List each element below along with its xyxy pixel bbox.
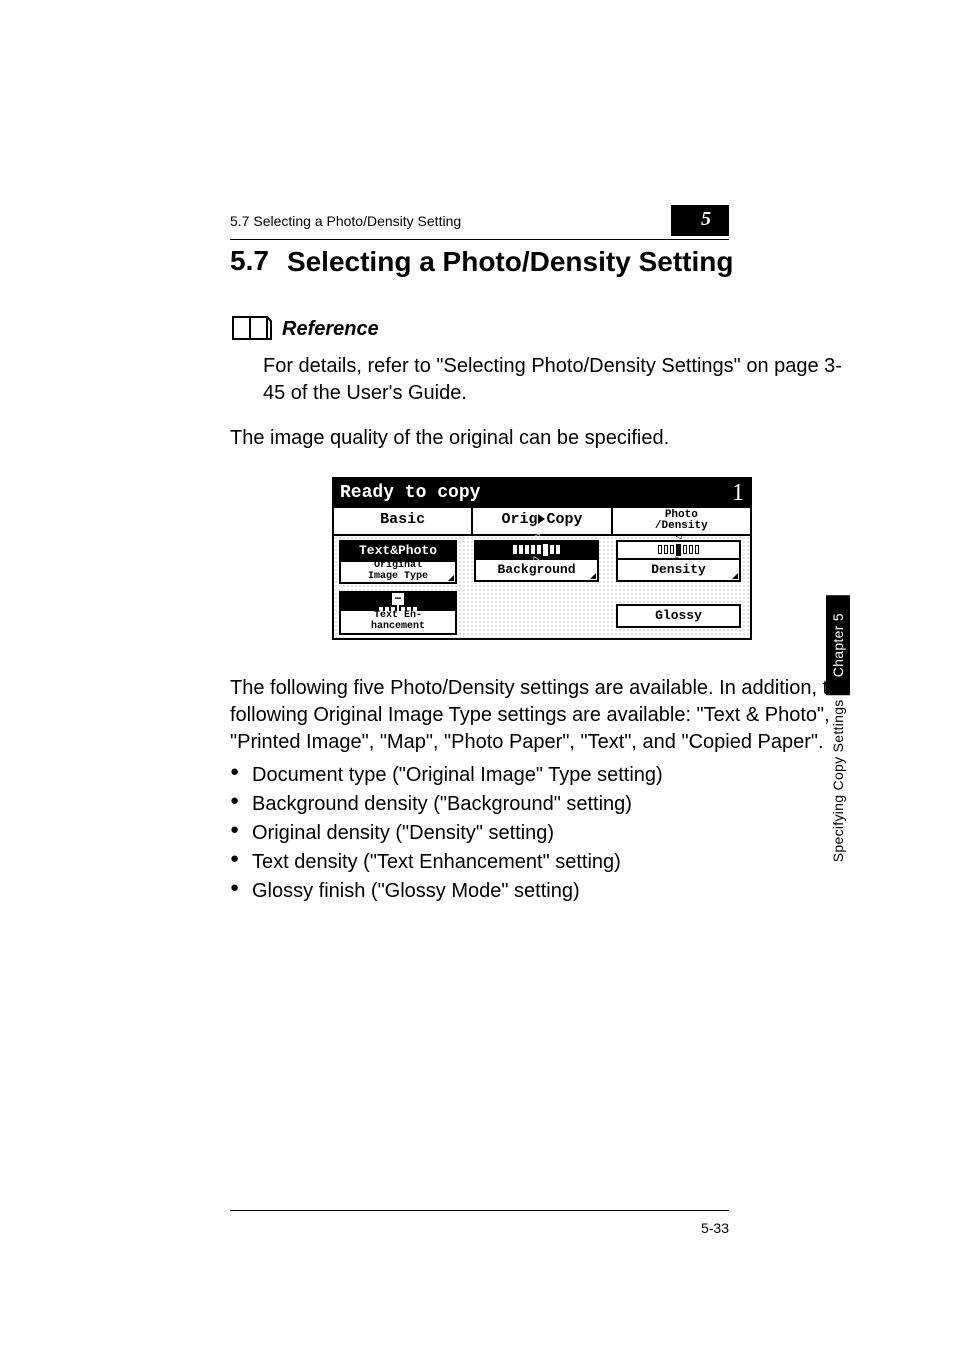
lcd-body: Text&Photo Original Image Type ◁ ▷ — [334, 536, 750, 638]
left-arrow-icon: ◁ — [675, 533, 681, 544]
lcd-background-button[interactable]: Background — [474, 560, 599, 582]
section-heading: 5.7 Selecting a Photo/Density Setting — [230, 245, 854, 279]
side-tab-label: Specifying Copy Settings — [830, 699, 846, 862]
lcd-tab-density-label: /Density — [613, 521, 750, 532]
page: 5.7 Selecting a Photo/Density Setting 5 … — [0, 0, 954, 1351]
page-number: 5-33 — [701, 1220, 729, 1236]
corner-icon — [732, 573, 738, 579]
lcd-tab-photo-density[interactable]: Photo /Density — [613, 508, 750, 534]
lcd-status-bar: Ready to copy 1 — [334, 479, 750, 508]
section-number: 5.7 — [230, 245, 269, 277]
lcd-tab-photo-label: Photo — [613, 510, 750, 521]
list-item: Background density ("Background" setting… — [230, 790, 854, 819]
after-paragraph: The following five Photo/Density setting… — [230, 675, 854, 756]
lcd-tab-orig-copy[interactable]: Orig Copy — [473, 508, 612, 534]
lcd-glossy-label: Glossy — [655, 609, 702, 623]
lcd-tab-copy-label: Copy — [546, 511, 582, 528]
lcd-original-line2: Image Type — [368, 572, 428, 583]
lcd-density-button[interactable]: Density — [616, 560, 741, 582]
reference-label: Reference — [282, 318, 379, 341]
content-area: 5.7 Selecting a Photo/Density Setting Re… — [230, 245, 854, 906]
lcd-text-enh-line2: hancement — [371, 622, 425, 633]
running-header-text: 5.7 Selecting a Photo/Density Setting — [230, 213, 461, 229]
lcd-copy-count: 1 — [732, 480, 744, 507]
lcd-status-text: Ready to copy — [340, 483, 480, 503]
list-item: Text density ("Text Enhancement" setting… — [230, 848, 854, 877]
chapter-badge: 5 — [671, 205, 729, 236]
lcd-textphoto-indicator: Text&Photo — [339, 540, 457, 562]
lcd-textphoto-label: Text&Photo — [359, 544, 437, 558]
lcd-panel: Ready to copy 1 Basic Orig Copy Photo /De… — [332, 477, 752, 640]
settings-list: Document type ("Original Image" Type set… — [230, 761, 854, 906]
list-item: Document type ("Original Image" Type set… — [230, 761, 854, 790]
list-item: Original density ("Density" setting) — [230, 819, 854, 848]
left-arrow-icon: ◁ — [533, 533, 539, 544]
lcd-text-enhancement-button[interactable]: Text En- hancement — [339, 611, 457, 635]
lcd-background-label: Background — [497, 563, 575, 577]
footer-rule — [230, 1210, 729, 1211]
lcd-tab-orig-label: Orig — [501, 511, 537, 528]
corner-icon — [448, 575, 454, 581]
section-title: Selecting a Photo/Density Setting — [287, 245, 734, 279]
intro-text: The image quality of the original can be… — [230, 425, 854, 452]
lcd-tab-basic-label: Basic — [380, 511, 425, 528]
minus-icon: − — [392, 593, 403, 605]
triangle-right-icon — [538, 514, 545, 524]
lcd-text-enhancement-meter: − + — [339, 591, 457, 611]
corner-icon — [590, 573, 596, 579]
lcd-density-label: Density — [651, 563, 706, 577]
lcd-tab-basic[interactable]: Basic — [334, 508, 473, 534]
lcd-screenshot: Ready to copy 1 Basic Orig Copy Photo /De… — [332, 477, 752, 640]
lcd-glossy-button[interactable]: Glossy — [616, 604, 741, 628]
reference-heading: Reference — [232, 314, 854, 345]
lcd-tab-row: Basic Orig Copy Photo /Density — [334, 508, 750, 536]
side-tab: Specifying Copy Settings Chapter 5 — [826, 595, 850, 876]
book-icon — [232, 314, 272, 345]
reference-text: For details, refer to "Selecting Photo/D… — [263, 353, 854, 407]
lcd-density-meter: ◁ ▷ — [616, 540, 741, 560]
side-tab-chapter: Chapter 5 — [826, 595, 850, 695]
lcd-background-meter: ◁ ▷ — [474, 540, 599, 560]
running-header: 5.7 Selecting a Photo/Density Setting 5 — [230, 205, 729, 240]
lcd-original-image-type-button[interactable]: Original Image Type — [339, 562, 457, 584]
list-item: Glossy finish ("Glossy Mode" setting) — [230, 877, 854, 906]
meter-bars — [513, 544, 560, 556]
meter-bars — [658, 544, 699, 556]
